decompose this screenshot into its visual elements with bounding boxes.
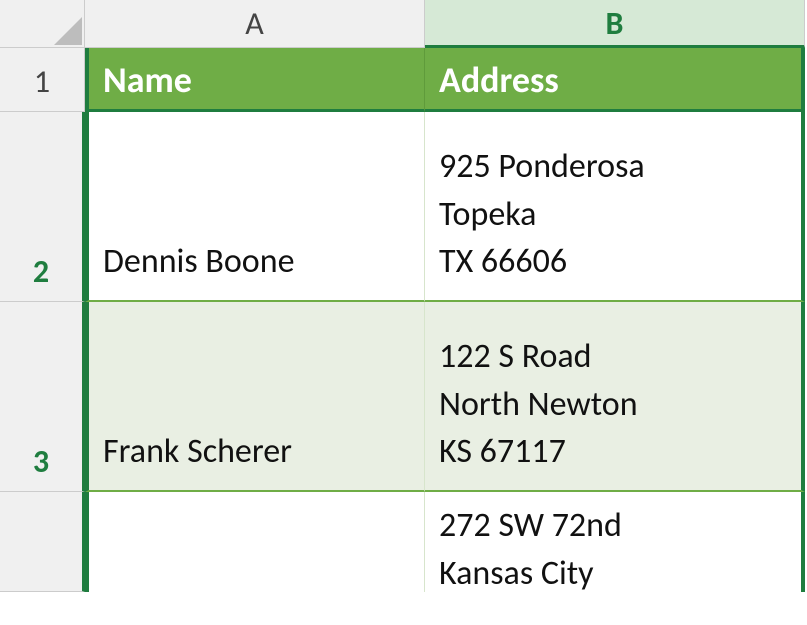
cell-A1[interactable]: Name	[85, 48, 425, 112]
cell-A4[interactable]	[85, 492, 425, 592]
row-header-3[interactable]: 3	[0, 302, 85, 492]
cell-A2[interactable]: Dennis Boone	[85, 112, 425, 302]
select-all-corner[interactable]	[0, 0, 85, 48]
cell-B3[interactable]: 122 S Road North Newton KS 67117	[425, 302, 805, 492]
cell-A3[interactable]: Frank Scherer	[85, 302, 425, 492]
cell-B1[interactable]: Address	[425, 48, 805, 112]
column-header-A[interactable]: A	[85, 0, 425, 48]
row-header-1[interactable]: 1	[0, 48, 85, 112]
row-header-4[interactable]	[0, 492, 85, 592]
spreadsheet-grid: A B 1 Name Address 2 Dennis Boone 925 Po…	[0, 0, 807, 592]
cell-B2[interactable]: 925 Ponderosa Topeka TX 66606	[425, 112, 805, 302]
column-header-B[interactable]: B	[425, 0, 805, 48]
row-header-2[interactable]: 2	[0, 112, 85, 302]
cell-B4[interactable]: 272 SW 72nd Kansas City	[425, 492, 805, 592]
